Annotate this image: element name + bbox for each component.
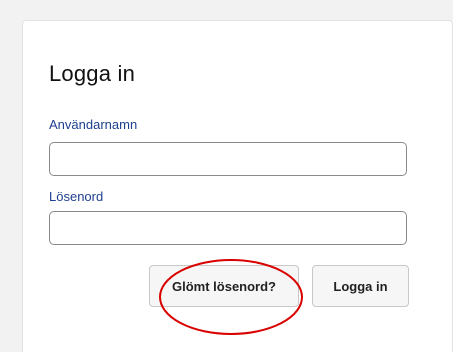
forgot-password-button[interactable]: Glömt lösenord? [149,265,299,307]
login-title: Logga in [49,61,136,86]
page: Logga in Användarnamn Lösenord Glömt lös… [0,0,453,352]
username-label: Användarnamn [49,117,138,132]
login-card: Logga in Användarnamn Lösenord Glömt lös… [22,20,453,352]
username-input[interactable] [49,142,407,176]
login-button[interactable]: Logga in [312,265,409,307]
password-label: Lösenord [49,189,104,204]
password-input[interactable] [49,211,407,245]
